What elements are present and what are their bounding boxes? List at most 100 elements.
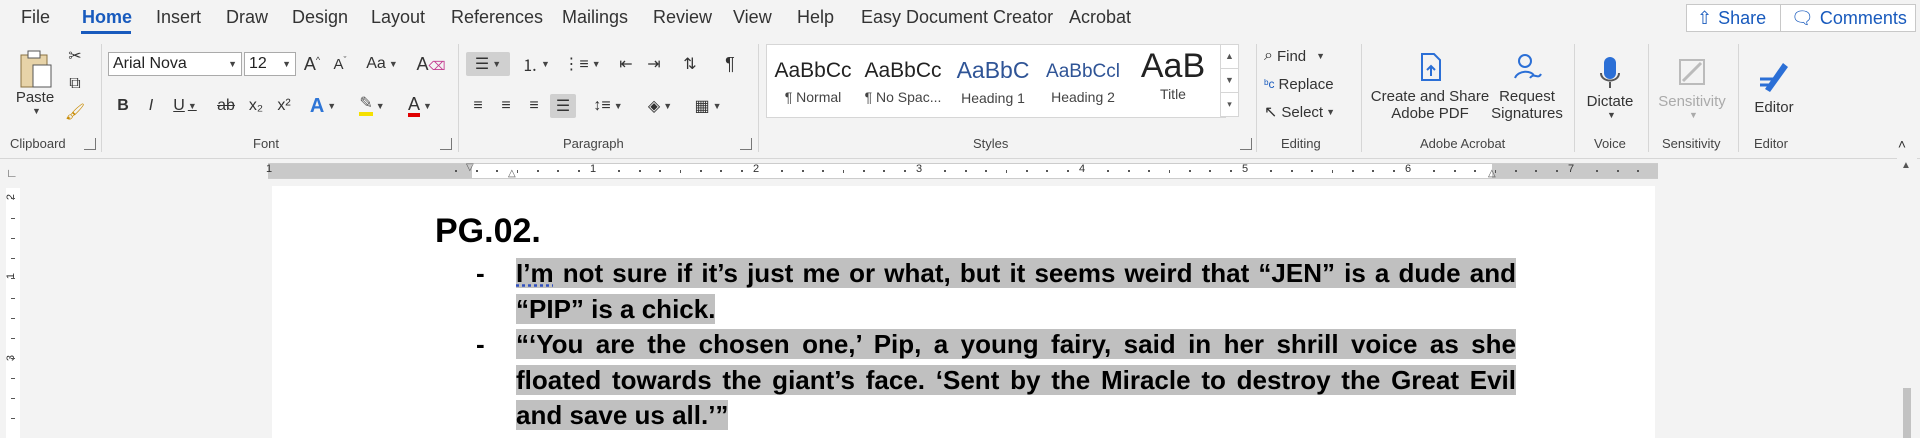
clear-formatting-button[interactable]: A⌫	[417, 52, 446, 76]
decrease-indent-button[interactable]: ⇤	[614, 52, 638, 76]
tab-selector-icon[interactable]: ∟	[6, 166, 20, 180]
editor-button[interactable]: Editor	[1744, 42, 1804, 132]
style-heading-1[interactable]: AaBbC Heading 1	[949, 47, 1037, 113]
sort-button[interactable]: ⇅	[678, 52, 702, 76]
list-item[interactable]: “‘You are the chosen one,’ Pip, a young …	[516, 327, 1516, 434]
numbering-button[interactable]: ⒈ ▼	[516, 52, 556, 76]
tab-file[interactable]: File	[21, 7, 50, 28]
strikethrough-button[interactable]: ab	[212, 94, 240, 118]
tab-mailings[interactable]: Mailings	[562, 7, 628, 28]
text-effects-button[interactable]: A ▼	[306, 94, 340, 118]
format-painter-button[interactable]: 🖌	[64, 102, 86, 122]
style-normal[interactable]: AaBbCc ¶ Normal	[769, 47, 857, 113]
copy-button[interactable]: ⧉	[64, 74, 86, 94]
font-launcher-icon[interactable]	[440, 138, 452, 150]
comments-button[interactable]: 🗨 Comments	[1780, 4, 1916, 32]
increase-indent-button[interactable]: ⇥	[642, 52, 666, 76]
show-formatting-button[interactable]: ¶	[718, 52, 742, 76]
scroll-up-icon[interactable]: ▲	[1901, 160, 1911, 171]
highlight-button[interactable]: ✎ ▼	[352, 94, 392, 118]
align-left-button[interactable]: ≡	[466, 94, 490, 118]
style-name: Heading 1	[961, 90, 1025, 106]
font-color-button[interactable]: A ▼	[400, 94, 440, 118]
tab-help[interactable]: Help	[797, 7, 834, 28]
tab-view[interactable]: View	[733, 7, 772, 28]
ruler-tick	[740, 170, 743, 172]
bold-button[interactable]: B	[112, 94, 134, 118]
style-title[interactable]: AaB Title	[1129, 47, 1217, 113]
italic-button[interactable]: I	[140, 94, 162, 118]
strikethrough-label: ab	[217, 97, 235, 114]
align-center-button[interactable]: ≡	[494, 94, 518, 118]
tab-design[interactable]: Design	[292, 7, 348, 28]
horizontal-ruler[interactable]: 1 1 2 3 4 5 6 7 ▽ △ △	[266, 162, 1658, 179]
vertical-scrollbar[interactable]: ▲	[1897, 158, 1917, 438]
line-spacing-button[interactable]: ↕≡ ▼	[588, 94, 628, 118]
tab-home[interactable]: Home	[82, 7, 132, 28]
replace-button[interactable]: ᵇc Replace	[1264, 72, 1334, 96]
superscript-button[interactable]: x²	[272, 94, 296, 118]
shading-button[interactable]: ◈ ▼	[640, 94, 680, 118]
subscript-button[interactable]: x₂	[244, 94, 268, 118]
font-name-combo[interactable]: Arial Nova ▼	[108, 52, 242, 76]
style-heading-2[interactable]: AaBbCcl Heading 2	[1039, 47, 1127, 113]
clipboard-launcher-icon[interactable]	[84, 138, 96, 150]
tab-draw[interactable]: Draw	[226, 7, 268, 28]
grow-font-button[interactable]: A^	[300, 52, 324, 76]
share-button[interactable]: ⇧ Share	[1686, 4, 1782, 32]
borders-button[interactable]: ▦ ▼	[688, 94, 728, 118]
group-separator	[101, 44, 102, 152]
paste-button[interactable]: Paste ▼	[10, 42, 60, 122]
tab-acrobat[interactable]: Acrobat	[1069, 7, 1131, 28]
document-page[interactable]: PG.02. - I’m not sure if it’s just me or…	[272, 186, 1655, 438]
styles-gallery: AaBbCc ¶ Normal AaBbCc ¶ No Spac... AaBb…	[766, 44, 1226, 118]
find-button[interactable]: ⌕ Find ▼	[1264, 44, 1325, 68]
hanging-indent-marker[interactable]: △	[508, 168, 516, 179]
style-no-spacing[interactable]: AaBbCc ¶ No Spac...	[859, 47, 947, 113]
font-color-icon: A	[408, 95, 421, 117]
gallery-more[interactable]: ▾	[1220, 92, 1239, 117]
scrollbar-thumb[interactable]	[1903, 388, 1911, 438]
tab-easy-document-creator[interactable]: Easy Document Creator	[861, 7, 1053, 28]
change-case-button[interactable]: Aa ▼	[362, 52, 402, 76]
ruler-tick	[557, 170, 560, 172]
styles-launcher-icon[interactable]	[1240, 138, 1252, 150]
replace-label: Replace	[1278, 75, 1334, 93]
select-button[interactable]: ↖ Select ▼	[1264, 100, 1335, 124]
font-size-combo[interactable]: 12 ▼	[244, 52, 296, 76]
ruler-tick	[1270, 170, 1273, 172]
bullets-button[interactable]: ☰ ▼	[466, 52, 510, 76]
multilevel-list-button[interactable]: ⋮≡ ▼	[562, 52, 602, 76]
gallery-scroll-down[interactable]: ▼	[1220, 68, 1239, 93]
active-tab-indicator	[81, 31, 131, 34]
style-name: Title	[1160, 86, 1186, 102]
tab-layout[interactable]: Layout	[371, 7, 425, 28]
chevron-down-icon: ▼	[1689, 109, 1698, 120]
editor-pen-icon	[1760, 62, 1788, 92]
tab-review[interactable]: Review	[653, 7, 712, 28]
justify-button[interactable]: ☰	[550, 94, 576, 118]
sensitivity-button-label: Sensitivity	[1658, 92, 1726, 110]
shrink-font-button[interactable]: Aˇ	[328, 52, 352, 76]
tab-references[interactable]: References	[451, 7, 543, 28]
underline-button[interactable]: U ▼	[168, 94, 202, 118]
first-line-indent-marker[interactable]: ▽	[466, 162, 474, 173]
ruler-tick	[883, 170, 886, 172]
sensitivity-button[interactable]: Sensitivity ▼	[1652, 42, 1732, 132]
tab-insert[interactable]: Insert	[156, 7, 201, 28]
list-item[interactable]: I’m not sure if it’s just me or what, bu…	[516, 256, 1516, 327]
chevron-down-icon: ▼	[1316, 51, 1326, 61]
flagged-word[interactable]: I’m	[516, 258, 554, 288]
request-signatures-button[interactable]: Request Signatures	[1490, 42, 1564, 132]
pilcrow-icon: ¶	[725, 53, 735, 74]
dictate-button[interactable]: Dictate ▼	[1580, 42, 1640, 132]
create-share-pdf-button[interactable]: Create and Share Adobe PDF	[1366, 42, 1494, 132]
ruler-tick	[1168, 170, 1170, 173]
font-size-value: 12	[249, 55, 267, 72]
editor-group-label: Editor	[1754, 136, 1788, 151]
gallery-scroll-up[interactable]: ▲	[1220, 44, 1239, 69]
align-right-button[interactable]: ≡	[522, 94, 546, 118]
collapse-ribbon-button[interactable]: ˄	[1892, 136, 1912, 152]
paragraph-launcher-icon[interactable]	[740, 138, 752, 150]
cut-button[interactable]: ✂	[64, 46, 86, 66]
